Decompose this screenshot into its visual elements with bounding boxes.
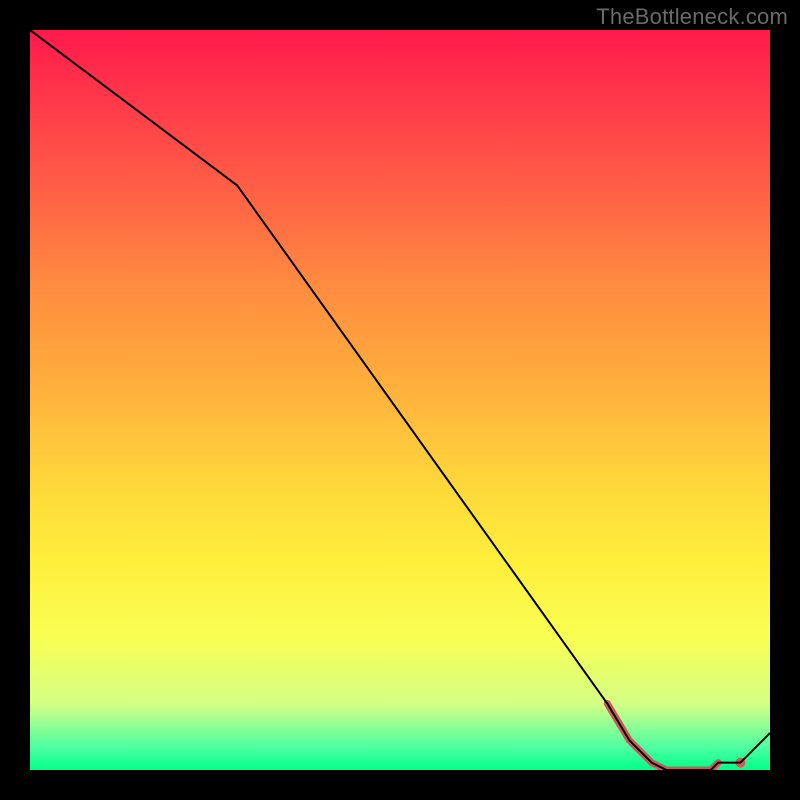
bottom-highlight-line bbox=[607, 703, 718, 770]
chart-frame: TheBottleneck.com bbox=[0, 0, 800, 800]
main-curve-line bbox=[30, 30, 770, 770]
chart-overlay bbox=[30, 30, 770, 770]
watermark-label: TheBottleneck.com bbox=[596, 4, 788, 30]
